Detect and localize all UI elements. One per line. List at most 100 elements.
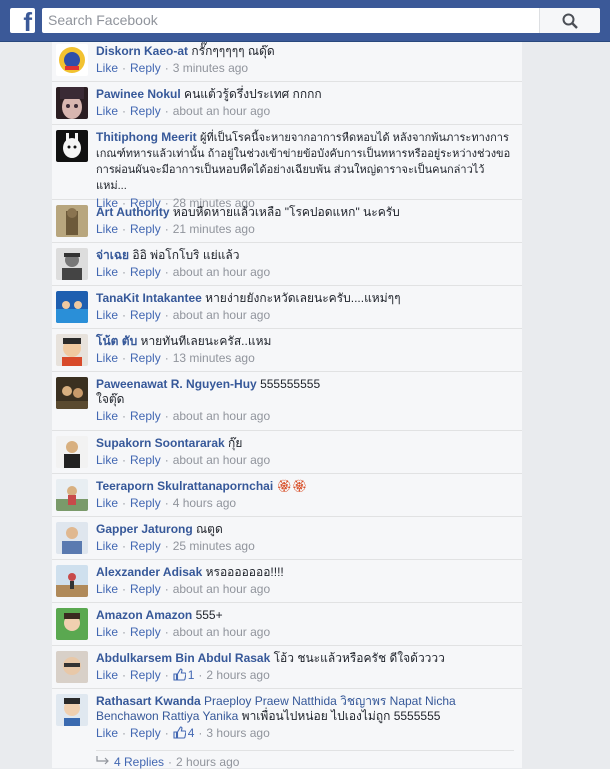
comment-author[interactable]: Teeraporn Skulrattanapornchai bbox=[96, 479, 273, 493]
comment-time[interactable]: about an hour ago bbox=[173, 308, 270, 322]
search-icon bbox=[562, 13, 578, 29]
avatar[interactable] bbox=[56, 694, 88, 726]
avatar[interactable] bbox=[56, 130, 88, 162]
like-button[interactable]: Like bbox=[96, 668, 118, 682]
reply-button[interactable]: Reply bbox=[130, 308, 161, 322]
comment-time[interactable]: about an hour ago bbox=[173, 453, 270, 467]
comment-author[interactable]: Rathasart Kwanda bbox=[96, 694, 201, 708]
like-button[interactable]: Like bbox=[96, 351, 118, 365]
comment: Teeraporn Skulrattanapornchai 🏵🏵 Like · Re… bbox=[52, 474, 522, 517]
comment-time[interactable]: 3 minutes ago bbox=[173, 61, 248, 75]
comment-time[interactable]: 2 hours ago bbox=[206, 668, 269, 682]
avatar[interactable] bbox=[56, 479, 88, 511]
search-box[interactable]: Search Facebook bbox=[42, 8, 600, 33]
search-input[interactable]: Search Facebook bbox=[48, 8, 548, 33]
comment-time[interactable]: 13 minutes ago bbox=[173, 351, 255, 365]
comment-author[interactable]: Diskorn Kaeo-at bbox=[96, 44, 188, 58]
avatar[interactable] bbox=[56, 87, 88, 119]
comment: โน้ต ตับ หายทันทีเลยนะครัส..แหม Like · Rep… bbox=[52, 329, 522, 372]
avatar[interactable] bbox=[56, 608, 88, 640]
comment-text: คนแต้วรู้ดรึ่งประเทศ กกกก bbox=[184, 87, 322, 101]
comment-text: หอบหืดหายแล้วเหลือ "โรคปอดแหก" นะครับ bbox=[172, 205, 400, 219]
comment: Pawinee Nokul คนแต้วรู้ดรึ่งประเทศ กกกก … bbox=[52, 82, 522, 125]
like-button[interactable]: Like bbox=[96, 625, 118, 639]
comment-author[interactable]: Abdulkarsem Bin Abdul Rasak bbox=[96, 651, 270, 665]
comment-time[interactable]: about an hour ago bbox=[173, 409, 270, 423]
reply-button[interactable]: Reply bbox=[130, 409, 161, 423]
like-button[interactable]: Like bbox=[96, 726, 118, 740]
like-button[interactable]: Like bbox=[96, 61, 118, 75]
comment-author[interactable]: Gapper Jaturong bbox=[96, 522, 193, 536]
reply-button[interactable]: Reply bbox=[130, 265, 161, 279]
comment-time[interactable]: about an hour ago bbox=[173, 625, 270, 639]
comments-panel: Diskorn Kaeo-at กรั๊กๆๆๆๆๆ ณดุ๊ด Like · Re… bbox=[52, 42, 522, 769]
facebook-logo[interactable]: f bbox=[10, 8, 35, 35]
like-button[interactable]: Like bbox=[96, 453, 118, 467]
view-replies-link[interactable]: 4 Replies · 2 hours ago bbox=[96, 755, 239, 769]
reply-button[interactable]: Reply bbox=[130, 222, 161, 236]
comment-time[interactable]: 25 minutes ago bbox=[173, 539, 255, 553]
comment-author[interactable]: โน้ต ตับ bbox=[96, 334, 137, 348]
reply-button[interactable]: Reply bbox=[130, 582, 161, 596]
comment-text: หายง่ายยังกะหวัดเลยนะครับ....แหม่ๆๆ bbox=[205, 291, 401, 305]
reply-button[interactable]: Reply bbox=[130, 539, 161, 553]
like-button[interactable]: Like bbox=[96, 539, 118, 553]
avatar[interactable] bbox=[56, 44, 88, 76]
like-count[interactable]: 1 bbox=[173, 668, 194, 682]
reply-button[interactable]: Reply bbox=[130, 668, 161, 682]
comment-author[interactable]: TanaKit Intakantee bbox=[96, 291, 202, 305]
avatar[interactable] bbox=[56, 248, 88, 280]
comment: Thitiphong Meerit ผู้ที่เป็นโรคนี้จะหายจ… bbox=[52, 125, 522, 210]
avatar[interactable] bbox=[56, 651, 88, 683]
reply-arrow-icon bbox=[96, 756, 109, 765]
like-button[interactable]: Like bbox=[96, 582, 118, 596]
comment: Art Authority หอบหืดหายแล้วเหลือ "โรคปอด… bbox=[52, 200, 522, 243]
comment-author[interactable]: Alexzander Adisak bbox=[96, 565, 202, 579]
reply-button[interactable]: Reply bbox=[130, 104, 161, 118]
comment-author[interactable]: Pawinee Nokul bbox=[96, 87, 181, 101]
avatar[interactable] bbox=[56, 522, 88, 554]
comment-text: โอ้ว ชนะแล้วหรือครัช ดีใจด้วววว bbox=[273, 651, 445, 665]
comment-time[interactable]: 3 hours ago bbox=[206, 726, 269, 740]
comment-time[interactable]: about an hour ago bbox=[173, 582, 270, 596]
like-button[interactable]: Like bbox=[96, 308, 118, 322]
comment: Gapper Jaturong ณตูด Like · Reply · 25 minut… bbox=[52, 517, 522, 560]
comment-author[interactable]: จ่าเฉย bbox=[96, 248, 129, 262]
like-button[interactable]: Like bbox=[96, 496, 118, 510]
like-button[interactable]: Like bbox=[96, 409, 118, 423]
comment: Diskorn Kaeo-at กรั๊กๆๆๆๆๆ ณดุ๊ด Like · Re… bbox=[52, 42, 522, 82]
search-button[interactable] bbox=[539, 8, 600, 33]
reply-button[interactable]: Reply bbox=[130, 453, 161, 467]
comment-text: พาเพื่อนไปหน่อย ไปเองไม่ถูก 5555555 bbox=[241, 709, 441, 723]
avatar[interactable] bbox=[56, 205, 88, 237]
divider bbox=[96, 750, 514, 751]
avatar[interactable] bbox=[56, 565, 88, 597]
comment-time[interactable]: 21 minutes ago bbox=[173, 222, 255, 236]
reply-button[interactable]: Reply bbox=[130, 496, 161, 510]
reply-button[interactable]: Reply bbox=[130, 625, 161, 639]
comment-time[interactable]: 4 hours ago bbox=[173, 496, 236, 510]
comment-text: 🏵🏵 bbox=[276, 479, 307, 493]
avatar[interactable] bbox=[56, 377, 88, 409]
comment-text: ณตูด bbox=[196, 522, 223, 536]
avatar[interactable] bbox=[56, 334, 88, 366]
reply-button[interactable]: Reply bbox=[130, 726, 161, 740]
reply-button[interactable]: Reply bbox=[130, 61, 161, 75]
comment-author[interactable]: Art Authority bbox=[96, 205, 170, 219]
comment-text: กุ๊ย bbox=[228, 436, 243, 450]
like-button[interactable]: Like bbox=[96, 104, 118, 118]
like-button[interactable]: Like bbox=[96, 222, 118, 236]
comment-time[interactable]: about an hour ago bbox=[173, 265, 270, 279]
comment: จ่าเฉย อิอิ พ่อโกโบริ แย่แล้ว Like · Reply… bbox=[52, 243, 522, 286]
avatar[interactable] bbox=[56, 291, 88, 323]
comment-author[interactable]: Supakorn Soontararak bbox=[96, 436, 225, 450]
like-button[interactable]: Like bbox=[96, 265, 118, 279]
comment: TanaKit Intakantee หายง่ายยังกะหวัดเลยนะ… bbox=[52, 286, 522, 329]
comment-time[interactable]: about an hour ago bbox=[173, 104, 270, 118]
comment-author[interactable]: Thitiphong Meerit bbox=[96, 130, 197, 144]
comment-author[interactable]: Amazon Amazon bbox=[96, 608, 192, 622]
comment-author[interactable]: Paweenawat R. Nguyen-Huy bbox=[96, 377, 257, 391]
avatar[interactable] bbox=[56, 436, 88, 468]
like-count[interactable]: 4 bbox=[173, 726, 194, 740]
reply-button[interactable]: Reply bbox=[130, 351, 161, 365]
